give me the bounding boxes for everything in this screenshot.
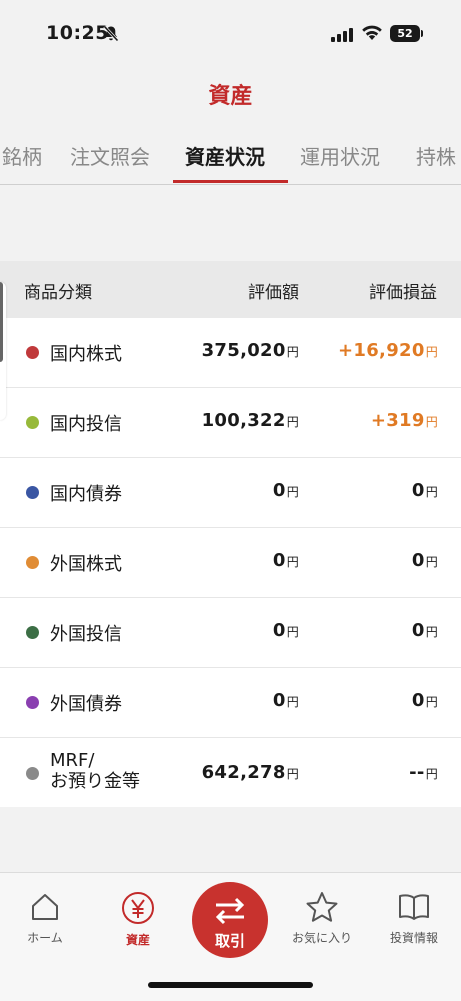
- side-drawer-grip: [0, 282, 3, 362]
- battery-level: 52: [390, 25, 420, 42]
- swap-arrows-icon: [215, 897, 245, 925]
- tab-bar: 銘柄 注文照会 資産状況 運用状況 持株: [0, 130, 461, 185]
- category-name: 国内株式: [50, 344, 122, 365]
- cellular-signal-icon: [331, 27, 353, 46]
- active-tab-indicator: [173, 180, 288, 183]
- category-color-dot: [26, 416, 39, 429]
- status-bar: 10:25 52: [0, 0, 461, 66]
- yen-circle-icon: [122, 892, 154, 924]
- valuation-amount: 0円: [272, 480, 299, 501]
- category-name: 外国債券: [50, 694, 122, 715]
- category-color-dot: [26, 696, 39, 709]
- star-icon: [306, 892, 338, 922]
- nav-home[interactable]: ホーム: [0, 891, 90, 946]
- page-title: 資産: [208, 84, 253, 109]
- trade-button[interactable]: 取引: [192, 882, 268, 958]
- home-icon: [32, 894, 58, 920]
- valuation-amount: 100,322円: [201, 410, 299, 431]
- table-row[interactable]: 国内株式 375,020円 +16,920円: [0, 318, 461, 388]
- profit-loss: 0円: [411, 550, 438, 571]
- valuation-amount: 375,020円: [201, 340, 299, 361]
- valuation-amount: 0円: [272, 550, 299, 571]
- wifi-icon: [361, 25, 383, 45]
- header-value: 評価額: [248, 283, 299, 303]
- profit-loss: 0円: [411, 690, 438, 711]
- nav-favorites[interactable]: お気に入り: [277, 891, 367, 946]
- category-name: MRF/お預り金等: [50, 750, 140, 792]
- home-indicator[interactable]: [148, 982, 313, 988]
- table-header: 商品分類 評価額 評価損益: [0, 261, 461, 318]
- category-name: 国内債券: [50, 484, 122, 505]
- nav-investment-info[interactable]: 投資情報: [369, 891, 459, 946]
- bell-muted-icon: [103, 25, 119, 46]
- nav-assets-label: 資産: [125, 933, 150, 947]
- table-row[interactable]: 外国株式 0円 0円: [0, 528, 461, 598]
- category-color-dot: [26, 486, 39, 499]
- battery-icon: [421, 30, 423, 37]
- header-category: 商品分類: [24, 283, 92, 303]
- valuation-amount: 0円: [272, 690, 299, 711]
- category-color-dot: [26, 346, 39, 359]
- nav-info-label: 投資情報: [389, 931, 438, 945]
- status-time: 10:25: [46, 22, 109, 44]
- table-row[interactable]: 外国債券 0円 0円: [0, 668, 461, 738]
- trade-button-label: 取引: [214, 932, 245, 950]
- valuation-amount: 642,278円: [201, 762, 299, 783]
- tab-performance[interactable]: 運用状況: [300, 141, 380, 170]
- category-name: 外国投信: [50, 624, 122, 645]
- profit-loss: --円: [409, 762, 438, 783]
- nav-favorites-label: お気に入り: [291, 931, 352, 945]
- tab-asset-status[interactable]: 資産状況: [185, 141, 265, 170]
- table-row[interactable]: 外国投信 0円 0円: [0, 598, 461, 668]
- nav-home-label: ホーム: [27, 931, 63, 945]
- valuation-amount: 0円: [272, 620, 299, 641]
- category-color-dot: [26, 767, 39, 780]
- category-name: 国内投信: [50, 414, 122, 435]
- book-icon: [399, 894, 429, 920]
- profit-loss: +319円: [370, 410, 438, 431]
- header-pl: 評価損益: [369, 283, 437, 303]
- bottom-nav: ホーム 資産 取引 お気に入り 投資情報: [0, 872, 461, 1001]
- tab-order-inquiry[interactable]: 注文照会: [70, 141, 150, 170]
- profit-loss: 0円: [411, 620, 438, 641]
- table-row[interactable]: 国内債券 0円 0円: [0, 458, 461, 528]
- asset-table: 商品分類 評価額 評価損益 国内株式 375,020円 +16,920円 国内投…: [0, 261, 461, 807]
- table-row[interactable]: MRF/お預り金等 642,278円 --円: [0, 738, 461, 807]
- profit-loss: 0円: [411, 480, 438, 501]
- tab-stocks[interactable]: 銘柄: [2, 141, 42, 170]
- profit-loss: +16,920円: [338, 340, 438, 361]
- category-name: 外国株式: [50, 554, 122, 575]
- category-color-dot: [26, 626, 39, 639]
- nav-assets[interactable]: 資産: [93, 891, 183, 948]
- table-row[interactable]: 国内投信 100,322円 +319円: [0, 388, 461, 458]
- category-color-dot: [26, 556, 39, 569]
- tab-holdings[interactable]: 持株: [416, 141, 456, 170]
